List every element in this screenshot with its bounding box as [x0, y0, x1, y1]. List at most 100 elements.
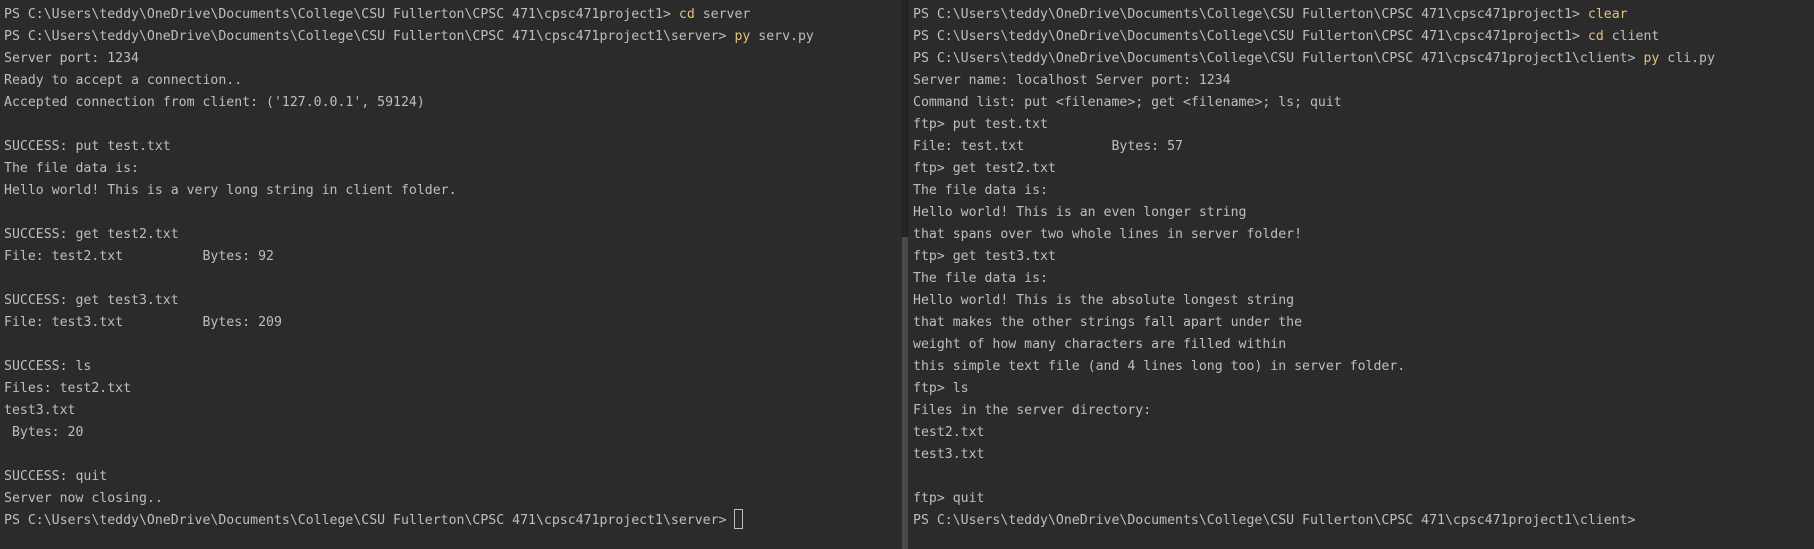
output-text: test3.txt	[4, 403, 76, 418]
prompt-text: PS C:\Users\teddy\OneDrive\Documents\Col…	[913, 29, 1588, 44]
server-output-line	[4, 114, 814, 136]
command-keyword: clear	[1587, 7, 1628, 22]
server-output-line: test3.txt	[4, 400, 814, 422]
client-terminal-output: PS C:\Users\teddy\OneDrive\Documents\Col…	[913, 4, 1715, 532]
output-text: ftp> put test.txt	[913, 117, 1048, 132]
server-output-line: SUCCESS: ls	[4, 356, 814, 378]
prompt-text: PS C:\Users\teddy\OneDrive\Documents\Col…	[4, 29, 735, 44]
output-text: Command list: put <filename>; get <filen…	[913, 95, 1342, 110]
client-output-line: test2.txt	[913, 422, 1715, 444]
server-output-line: File: test3.txt Bytes: 209	[4, 312, 814, 334]
command-argument: serv.py	[750, 29, 814, 44]
server-output-line	[4, 202, 814, 224]
output-text: Server port: 1234	[4, 51, 139, 66]
server-output-line	[4, 268, 814, 290]
client-output-line: ftp> ls	[913, 378, 1715, 400]
client-output-line: Command list: put <filename>; get <filen…	[913, 92, 1715, 114]
command-argument: server	[694, 7, 751, 22]
output-text: Accepted connection from client: ('127.0…	[4, 95, 425, 110]
output-text: The file data is:	[913, 183, 1048, 198]
output-text: ftp> ls	[913, 381, 969, 396]
output-text: test2.txt	[913, 425, 985, 440]
client-output-line: this simple text file (and 4 lines long …	[913, 356, 1715, 378]
output-text: this simple text file (and 4 lines long …	[913, 359, 1406, 374]
output-text: Files in the server directory:	[913, 403, 1152, 418]
client-output-line: The file data is:	[913, 268, 1715, 290]
prompt-text: PS C:\Users\teddy\OneDrive\Documents\Col…	[913, 51, 1644, 66]
client-terminal-pane[interactable]: PS C:\Users\teddy\OneDrive\Documents\Col…	[908, 0, 1814, 549]
server-output-line: Ready to accept a connection..	[4, 70, 814, 92]
output-text: SUCCESS: get test2.txt	[4, 227, 179, 242]
output-text: SUCCESS: get test3.txt	[4, 293, 179, 308]
client-output-line: ftp> quit	[913, 488, 1715, 510]
client-output-line: Files in the server directory:	[913, 400, 1715, 422]
client-output-line: File: test.txt Bytes: 57	[913, 136, 1715, 158]
output-text: Hello world! This is an even longer stri…	[913, 205, 1247, 220]
output-text: Hello world! This is a very long string …	[4, 183, 457, 198]
command-keyword: cd	[1587, 29, 1604, 44]
server-output-line: SUCCESS: quit	[4, 466, 814, 488]
client-output-line: ftp> put test.txt	[913, 114, 1715, 136]
server-output-line: Accepted connection from client: ('127.0…	[4, 92, 814, 114]
server-output-line	[4, 444, 814, 466]
client-output-line: Server name: localhost Server port: 1234	[913, 70, 1715, 92]
server-output-line: PS C:\Users\teddy\OneDrive\Documents\Col…	[4, 26, 814, 48]
server-output-line: SUCCESS: get test2.txt	[4, 224, 814, 246]
output-text: Bytes: 20	[4, 425, 84, 440]
server-output-line: PS C:\Users\teddy\OneDrive\Documents\Col…	[4, 4, 814, 26]
client-output-line: ftp> get test3.txt	[913, 246, 1715, 268]
command-keyword: py	[734, 29, 751, 44]
output-text: Server name: localhost Server port: 1234	[913, 73, 1231, 88]
command-argument: client	[1603, 29, 1660, 44]
output-text: File: test2.txt Bytes: 92	[4, 249, 274, 264]
output-text: Hello world! This is the absolute longes…	[913, 293, 1295, 308]
output-text: ftp> get test3.txt	[913, 249, 1056, 264]
output-text: File: test.txt Bytes: 57	[913, 139, 1183, 154]
output-text: SUCCESS: quit	[4, 469, 108, 484]
client-output-line: weight of how many characters are filled…	[913, 334, 1715, 356]
client-output-line: PS C:\Users\teddy\OneDrive\Documents\Col…	[913, 4, 1715, 26]
output-text: that makes the other strings fall apart …	[913, 315, 1303, 330]
output-text: File: test3.txt Bytes: 209	[4, 315, 282, 330]
client-output-line: Hello world! This is the absolute longes…	[913, 290, 1715, 312]
output-text: SUCCESS: ls	[4, 359, 92, 374]
prompt-text: PS C:\Users\teddy\OneDrive\Documents\Col…	[4, 7, 679, 22]
output-text: PS C:\Users\teddy\OneDrive\Documents\Col…	[913, 513, 1636, 528]
client-output-line: PS C:\Users\teddy\OneDrive\Documents\Col…	[913, 48, 1715, 70]
client-output-line: test3.txt	[913, 444, 1715, 466]
prompt-text: PS C:\Users\teddy\OneDrive\Documents\Col…	[4, 513, 735, 528]
server-terminal-output: PS C:\Users\teddy\OneDrive\Documents\Col…	[4, 4, 814, 532]
text-cursor[interactable]	[734, 509, 744, 529]
prompt-text: PS C:\Users\teddy\OneDrive\Documents\Col…	[913, 7, 1588, 22]
output-text: Ready to accept a connection..	[4, 73, 243, 88]
client-output-line: Hello world! This is an even longer stri…	[913, 202, 1715, 224]
server-output-line: SUCCESS: put test.txt	[4, 136, 814, 158]
client-output-line	[913, 466, 1715, 488]
server-output-line: SUCCESS: get test3.txt	[4, 290, 814, 312]
server-terminal-pane[interactable]: PS C:\Users\teddy\OneDrive\Documents\Col…	[0, 0, 902, 549]
server-output-line: Server now closing..	[4, 488, 814, 510]
server-output-line: The file data is:	[4, 158, 814, 180]
output-text: SUCCESS: put test.txt	[4, 139, 171, 154]
command-argument: cli.py	[1659, 51, 1715, 66]
server-output-line: Bytes: 20	[4, 422, 814, 444]
command-keyword: py	[1643, 51, 1660, 66]
output-text: weight of how many characters are filled…	[913, 337, 1287, 352]
server-output-line	[4, 334, 814, 356]
client-output-line: PS C:\Users\teddy\OneDrive\Documents\Col…	[913, 510, 1715, 532]
client-output-line: that spans over two whole lines in serve…	[913, 224, 1715, 246]
command-keyword: cd	[678, 7, 695, 22]
output-text: Files: test2.txt	[4, 381, 132, 396]
output-text: ftp> get test2.txt	[913, 161, 1056, 176]
output-text: that spans over two whole lines in serve…	[913, 227, 1303, 242]
client-output-line: The file data is:	[913, 180, 1715, 202]
client-output-line: PS C:\Users\teddy\OneDrive\Documents\Col…	[913, 26, 1715, 48]
server-output-line: Server port: 1234	[4, 48, 814, 70]
terminal-window: PS C:\Users\teddy\OneDrive\Documents\Col…	[0, 0, 1814, 549]
server-output-line: Hello world! This is a very long string …	[4, 180, 814, 202]
server-output-line: Files: test2.txt	[4, 378, 814, 400]
output-text: ftp> quit	[913, 491, 985, 506]
server-output-line: File: test2.txt Bytes: 92	[4, 246, 814, 268]
output-text: test3.txt	[913, 447, 985, 462]
output-text: The file data is:	[913, 271, 1048, 286]
